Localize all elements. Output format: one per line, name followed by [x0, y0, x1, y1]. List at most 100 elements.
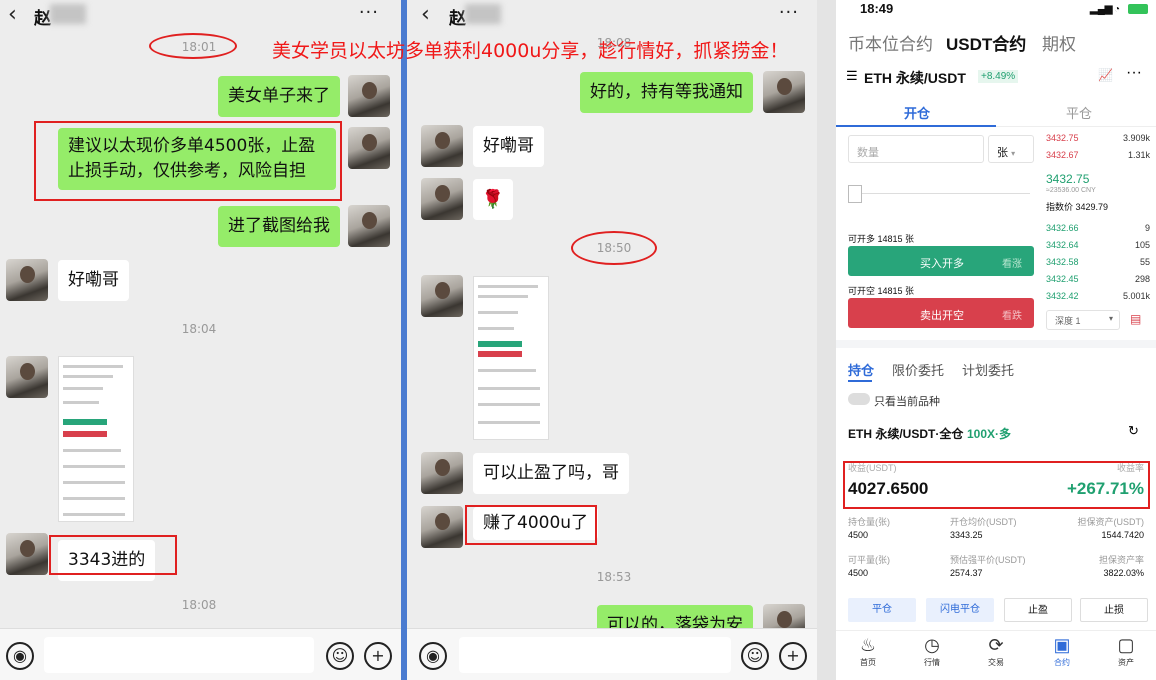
plus-icon[interactable]: + — [364, 642, 392, 670]
avatar[interactable] — [421, 178, 463, 220]
leverage-badge: 100X·多 — [967, 427, 1012, 441]
bid-row[interactable]: 3432.42 5.001k — [1046, 291, 1150, 301]
back-icon[interactable]: ‹ — [421, 2, 430, 27]
bid-row[interactable]: 3432.64 105 — [1046, 240, 1150, 250]
take-profit-button[interactable]: 止盈 — [1004, 598, 1072, 622]
close-position-button[interactable]: 平仓 — [848, 598, 916, 622]
depth-select[interactable]: 深度 1 ▾ — [1046, 310, 1120, 330]
message-bubble[interactable]: 好嘞哥 — [58, 260, 129, 301]
avatar[interactable] — [421, 506, 463, 548]
red-box-annotation — [34, 121, 342, 201]
nav-contract[interactable]: ▣ 合约 — [1042, 633, 1082, 668]
panel-gap — [817, 0, 836, 680]
tab-options[interactable]: 期权 — [1042, 30, 1076, 55]
avatar[interactable] — [348, 205, 390, 247]
emoji-icon[interactable]: ☺ — [326, 642, 354, 670]
nav-market[interactable]: ◷ 行情 — [912, 633, 952, 668]
message-input[interactable] — [459, 637, 731, 673]
nav-home[interactable]: ♨ 首页 — [848, 633, 888, 668]
stat-value: 1544.7420 — [1101, 530, 1144, 540]
last-price: 3432.75 — [1046, 172, 1090, 186]
nav-assets[interactable]: ▢ 资产 — [1106, 633, 1146, 668]
chart-icon[interactable]: 📈 — [1098, 68, 1113, 82]
bid-row[interactable]: 3432.58 55 — [1046, 257, 1150, 267]
avatar[interactable] — [421, 275, 463, 317]
sell-short-button[interactable]: 卖出开空 看跌 — [848, 298, 1034, 328]
emoji-icon[interactable]: ☺ — [741, 642, 769, 670]
more-icon[interactable]: ··· — [779, 2, 799, 23]
tab-positions[interactable]: 持仓 — [848, 360, 874, 379]
menu-icon[interactable]: ☰ — [846, 68, 858, 84]
wallet-icon: ▢ — [1117, 635, 1135, 655]
stat-label: 持仓量(张) — [848, 517, 890, 527]
bid-row[interactable]: 3432.45 298 — [1046, 274, 1150, 284]
message-bubble[interactable]: 进了截图给我 — [218, 206, 340, 247]
nav-label: 交易 — [988, 658, 1004, 667]
tab-close[interactable]: 平仓 — [1066, 103, 1092, 122]
slider-handle[interactable] — [848, 185, 862, 203]
avatar[interactable] — [6, 533, 48, 575]
message-bubble[interactable]: 🌹 — [473, 179, 513, 220]
tab-limit-orders[interactable]: 限价委托 — [892, 360, 944, 379]
unit-select[interactable]: 张 ▾ — [988, 135, 1034, 163]
sell-label: 卖出开空 — [920, 310, 964, 322]
timestamp: 18:53 — [596, 570, 632, 584]
message-bubble[interactable]: 好嘞哥 — [473, 126, 544, 167]
status-time: 18:49 — [860, 1, 894, 16]
signal-icon: ▂▄▆ — [1090, 4, 1113, 15]
tab-plan-orders[interactable]: 计划委托 — [962, 360, 1014, 379]
nav-label: 首页 — [860, 658, 876, 667]
avatar[interactable] — [421, 125, 463, 167]
plus-icon[interactable]: + — [779, 642, 807, 670]
bid-row[interactable]: 3432.66 9 — [1046, 223, 1150, 233]
message-input[interactable] — [44, 637, 314, 673]
stat-value: 3822.03% — [1103, 568, 1144, 578]
can-long-label: 可开多 14815 张 — [848, 234, 915, 244]
ask-row[interactable]: 3432.67 1.31k — [1046, 150, 1150, 160]
message-bubble[interactable]: 好的，持有等我通知 — [580, 72, 753, 113]
bid-price: 3432.64 — [1046, 240, 1079, 250]
chat-window-left: ‹ 赵 ··· 18:01 美女单子来了 建议以太现价多单4500张，止盈 止损… — [0, 0, 401, 680]
avatar[interactable] — [348, 127, 390, 169]
avatar[interactable] — [763, 71, 805, 113]
tab-divider — [996, 126, 1156, 127]
stat-label: 开仓均价(USDT) — [950, 517, 1017, 527]
trade-icon: ⟳ — [988, 635, 1004, 655]
orderbook-mode-icon[interactable]: ▤ — [1130, 312, 1141, 326]
avatar[interactable] — [6, 259, 48, 301]
back-icon[interactable]: ‹ — [8, 2, 17, 27]
home-icon: ♨ — [859, 635, 877, 655]
flash-close-button[interactable]: 闪电平仓 — [926, 598, 994, 622]
bid-size: 5.001k — [1122, 291, 1150, 301]
slider-track[interactable] — [850, 193, 1030, 194]
stop-loss-button[interactable]: 止损 — [1080, 598, 1148, 622]
avatar[interactable] — [348, 75, 390, 117]
voice-icon[interactable]: ◉ — [6, 642, 34, 670]
buy-long-button[interactable]: 买入开多 看涨 — [848, 246, 1034, 276]
bid-size: 9 — [1144, 223, 1150, 233]
more-icon[interactable]: ··· — [359, 2, 379, 23]
input-bar: ◉ ☺ + — [407, 628, 817, 680]
chat-header: ‹ 赵 ··· — [407, 0, 817, 34]
tab-usdt-margined[interactable]: USDT合约 — [946, 30, 1026, 55]
screenshot-thumbnail[interactable] — [473, 276, 549, 440]
ask-row[interactable]: 3432.75 3.909k — [1046, 133, 1150, 143]
tab-coin-margined[interactable]: 币本位合约 — [848, 30, 933, 55]
avatar[interactable] — [6, 356, 48, 398]
pair-name[interactable]: ETH 永续/USDT — [864, 68, 966, 88]
input-bar: ◉ ☺ + — [0, 628, 401, 680]
voice-icon[interactable]: ◉ — [419, 642, 447, 670]
avatar[interactable] — [421, 452, 463, 494]
toggle-switch[interactable] — [848, 393, 870, 405]
message-bubble[interactable]: 可以止盈了吗，哥 — [473, 453, 629, 494]
share-icon[interactable]: ↻ — [1128, 423, 1139, 439]
tab-open[interactable]: 开仓 — [904, 103, 930, 122]
nav-trade[interactable]: ⟳ 交易 — [976, 633, 1016, 668]
screenshot-thumbnail[interactable] — [58, 356, 134, 522]
depth-label: 深度 1 — [1055, 316, 1081, 326]
message-bubble[interactable]: 美女单子来了 — [218, 76, 340, 117]
quantity-input[interactable]: 数量 — [848, 135, 984, 163]
more-icon[interactable]: ··· — [1126, 64, 1142, 82]
red-box-annotation — [843, 461, 1150, 509]
wifi-icon: ◔ — [1114, 4, 1121, 15]
